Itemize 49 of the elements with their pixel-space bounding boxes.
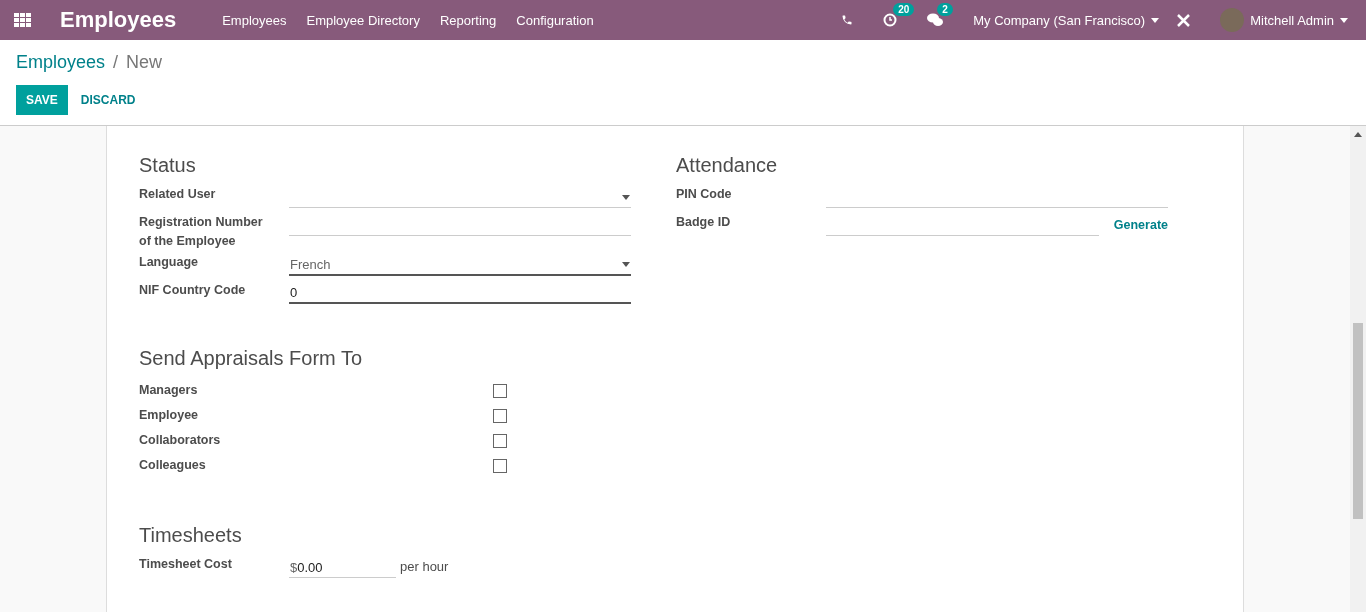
message-count-badge: 2 <box>937 3 953 16</box>
section-title: Timesheets <box>139 524 243 547</box>
scroll-up-arrow-icon[interactable] <box>1354 132 1362 137</box>
field-label: PIN Code <box>676 186 733 203</box>
discard-button[interactable]: DISCARD <box>67 85 149 115</box>
section-title: Status <box>139 154 197 177</box>
caret-icon <box>1340 17 1348 23</box>
field-label: Badge ID <box>676 214 732 231</box>
field-label: Managers <box>139 382 199 399</box>
field-label: Collaborators <box>139 432 222 449</box>
caret-icon <box>622 194 630 200</box>
section-title: Attendance <box>676 154 779 177</box>
save-button[interactable]: SAVE <box>16 85 68 115</box>
caret-icon <box>622 262 630 267</box>
field-label: Employee <box>139 407 200 424</box>
app-title: Employees <box>60 7 177 33</box>
checkbox[interactable] <box>493 408 507 423</box>
scrollbar[interactable] <box>1350 126 1366 612</box>
activity-count-badge: 20 <box>893 3 915 16</box>
checkbox[interactable] <box>493 433 507 448</box>
section-title: Send Appraisals Form To <box>139 347 364 370</box>
unit-label: per hour <box>400 559 449 574</box>
menu-item[interactable]: Employees <box>222 12 287 28</box>
input-field[interactable]: $0.00 <box>289 557 396 578</box>
generate-link[interactable]: Generate <box>1113 217 1168 232</box>
user-menu[interactable]: Mitchell Admin <box>1220 8 1348 32</box>
field-label: Timesheet Cost <box>139 556 233 573</box>
field-label: Colleagues <box>139 457 207 474</box>
field-label: Related User <box>139 186 217 203</box>
breadcrumb-separator: / <box>113 52 119 73</box>
phone-icon[interactable] <box>841 14 854 26</box>
company-switcher[interactable]: My Company (San Francisco) <box>973 12 1160 28</box>
caret-icon <box>1151 17 1160 23</box>
checkbox[interactable] <box>493 458 507 473</box>
breadcrumb-link[interactable]: Employees <box>16 52 106 73</box>
field-label: NIF Country Code <box>139 282 247 299</box>
field-label: Language <box>139 254 200 271</box>
chat-icon[interactable] <box>927 13 944 27</box>
menu-item[interactable]: Employee Directory <box>306 12 420 28</box>
apps-grid-icon[interactable] <box>14 13 32 27</box>
clock-icon[interactable] <box>883 13 898 27</box>
avatar-icon <box>1220 8 1245 32</box>
breadcrumb-current: New <box>126 52 163 73</box>
menu-item[interactable]: Configuration <box>516 12 594 28</box>
field-label: Registration Number of the Employee <box>139 214 264 250</box>
select-field[interactable]: French <box>289 255 631 276</box>
checkbox[interactable] <box>493 383 507 398</box>
menu-item[interactable]: Reporting <box>439 12 497 28</box>
input-field[interactable]: 0 <box>289 283 631 304</box>
